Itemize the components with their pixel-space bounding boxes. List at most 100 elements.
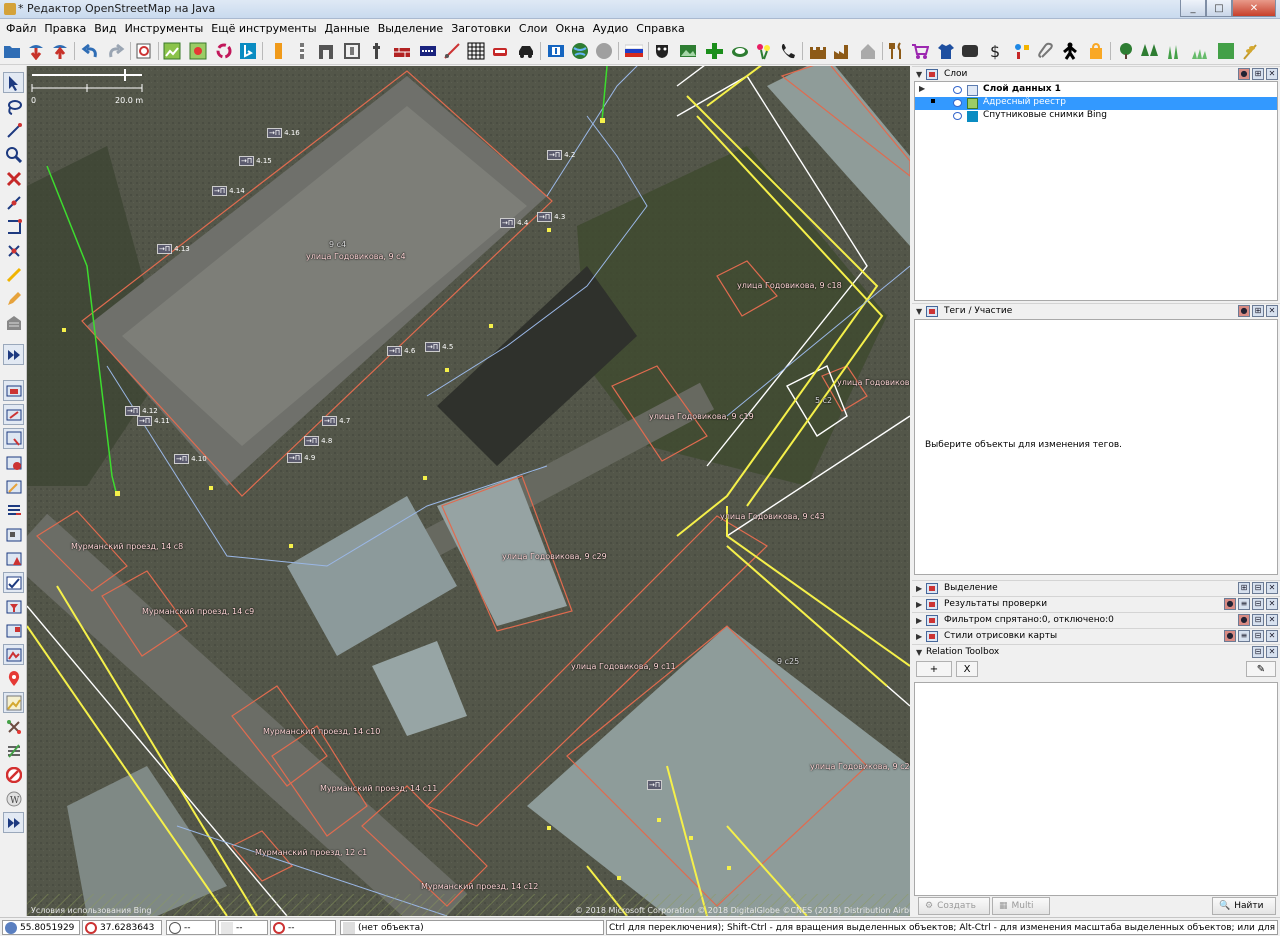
collapse-arrow-icon[interactable]: ▼ <box>916 648 926 657</box>
panel-close-button[interactable]: ● <box>1238 614 1250 626</box>
layer-row-data[interactable]: ▶ Слой данных 1 <box>915 84 1277 97</box>
preferences-icon[interactable] <box>134 41 154 61</box>
bank-icon[interactable] <box>730 41 750 61</box>
panel-detach-button[interactable]: ⊟ <box>1252 582 1264 594</box>
home-icon[interactable] <box>858 41 878 61</box>
redo-icon[interactable] <box>106 41 126 61</box>
grass2-icon[interactable] <box>1190 41 1210 61</box>
filter-icon[interactable] <box>3 596 24 617</box>
barrier-line-icon[interactable] <box>418 41 438 61</box>
landuse-icon[interactable] <box>1216 41 1236 61</box>
globe-icon[interactable] <box>570 41 590 61</box>
car-icon[interactable] <box>466 41 486 61</box>
join-nodes-icon[interactable] <box>3 240 24 261</box>
person-icon[interactable] <box>1060 41 1080 61</box>
expand-arrow-icon[interactable]: ▶ <box>916 584 926 593</box>
warning-icon[interactable] <box>3 452 24 473</box>
edit-icon[interactable] <box>3 476 24 497</box>
phone-icon[interactable] <box>778 41 798 61</box>
clip-icon[interactable] <box>1036 41 1056 61</box>
create-button[interactable]: ⚙ Создать <box>918 897 990 915</box>
pharmacy-icon[interactable] <box>704 41 724 61</box>
panel-detach-button[interactable]: ⊟ <box>1252 630 1264 642</box>
map-style-icon[interactable] <box>3 644 24 665</box>
expand-arrow-icon[interactable]: ▶ <box>916 616 926 625</box>
panel-settings-button[interactable]: ≡ <box>1238 598 1250 610</box>
menu-data[interactable]: Данные <box>321 22 374 35</box>
offset-icon[interactable] <box>188 41 208 61</box>
panel-close-button[interactable]: ● <box>1238 68 1250 80</box>
steering-icon[interactable] <box>490 41 510 61</box>
menu-view[interactable]: Вид <box>90 22 120 35</box>
building-tool-icon[interactable] <box>3 312 24 333</box>
castle-icon[interactable] <box>808 41 828 61</box>
add-relation-button[interactable]: + <box>916 661 952 677</box>
edit-relation-button[interactable]: ✎ <box>1246 661 1276 677</box>
find-button[interactable]: 🔍 Найти <box>1212 897 1276 915</box>
panel-detach-button[interactable]: ⊞ <box>1252 305 1264 317</box>
layers-panel-header[interactable]: ▼ Слои ● ⊞ ✕ <box>912 66 1280 81</box>
collapse-arrow-icon[interactable]: ▼ <box>916 307 926 316</box>
map-canvas[interactable] <box>27 66 910 916</box>
theatre-icon[interactable] <box>652 41 672 61</box>
more-tools-icon[interactable] <box>3 344 24 365</box>
draw-tool-icon[interactable] <box>3 120 24 141</box>
factory-icon[interactable] <box>832 41 852 61</box>
circle-icon[interactable] <box>594 41 614 61</box>
layer-row-address-registry[interactable]: Адресный реестр <box>915 97 1277 110</box>
panel-detach-button[interactable]: ⊟ <box>1252 598 1264 610</box>
menu-selection[interactable]: Выделение <box>374 22 448 35</box>
flowers-icon[interactable] <box>754 41 774 61</box>
tv-icon[interactable] <box>960 41 980 61</box>
panel-close-button[interactable]: ● <box>1238 305 1250 317</box>
visibility-eye-icon[interactable] <box>953 86 962 94</box>
info-sign-icon[interactable] <box>546 41 566 61</box>
recycle-icon[interactable] <box>214 41 234 61</box>
clothes-icon[interactable] <box>936 41 956 61</box>
menu-file[interactable]: Файл <box>2 22 40 35</box>
restaurant-icon[interactable] <box>886 41 906 61</box>
hatched-area-icon[interactable] <box>442 41 462 61</box>
tags-panel-header[interactable]: ▼ Теги / Участие ● ⊞ ✕ <box>912 303 1280 318</box>
panel-detach-button[interactable]: ⊞ <box>1238 582 1250 594</box>
map-style-panel-header[interactable]: ▶ Стили отрисовки карты ● ≡ ⊟ ✕ <box>912 628 1280 643</box>
download-icon[interactable] <box>26 41 46 61</box>
panel-detach-button[interactable]: ⊟ <box>1252 614 1264 626</box>
combine-way-icon[interactable] <box>3 216 24 237</box>
panel-minimize-button[interactable]: ✕ <box>1266 305 1278 317</box>
layers-toggle-icon[interactable] <box>3 380 24 401</box>
panel-minimize-button[interactable]: ✕ <box>1266 68 1278 80</box>
menu-more-tools[interactable]: Ещё инструменты <box>207 22 320 35</box>
barrier-icon[interactable] <box>342 41 362 61</box>
russia-flag-icon[interactable] <box>624 41 644 61</box>
alert-icon[interactable] <box>3 548 24 569</box>
panel-close-button[interactable]: ● <box>1224 598 1236 610</box>
draw-line-icon[interactable] <box>3 264 24 285</box>
fence-icon[interactable] <box>366 41 386 61</box>
marker-icon[interactable] <box>3 668 24 689</box>
filter-panel-header[interactable]: ▶ Фильтром спрятано:0, отключено:0 ● ⊟ ✕ <box>912 612 1280 627</box>
panel-minimize-button[interactable]: ✕ <box>1266 598 1278 610</box>
forest-icon[interactable] <box>1140 41 1160 61</box>
lasso-tool-icon[interactable] <box>3 96 24 117</box>
wikipedia-icon[interactable]: W <box>3 788 24 809</box>
map-view[interactable]: 0 20.0 m улица Годовикова, 9 с4 улица Го… <box>27 66 910 916</box>
expand-arrow-icon[interactable]: ▶ <box>916 600 926 609</box>
dollar-icon[interactable]: $ <box>986 41 1006 61</box>
grass-icon[interactable] <box>1164 41 1184 61</box>
remove-relation-button[interactable]: X <box>956 661 978 677</box>
split-way-icon[interactable] <box>3 192 24 213</box>
gate-icon[interactable] <box>316 41 336 61</box>
shop-cart-icon[interactable] <box>910 41 930 61</box>
relation-icon[interactable] <box>3 716 24 737</box>
delete-tool-icon[interactable] <box>3 168 24 189</box>
menu-windows[interactable]: Окна <box>552 22 589 35</box>
panel-detach-button[interactable]: ⊞ <box>1252 68 1264 80</box>
tree-icon[interactable] <box>1116 41 1136 61</box>
expand-arrow-icon[interactable]: ▶ <box>916 632 926 641</box>
imagery-icon[interactable] <box>162 41 182 61</box>
bag-icon[interactable] <box>1086 41 1106 61</box>
multi-button[interactable]: ▦ Multi <box>992 897 1050 915</box>
panel-detach-button[interactable]: ⊟ <box>1252 646 1264 658</box>
upload-icon[interactable] <box>50 41 70 61</box>
